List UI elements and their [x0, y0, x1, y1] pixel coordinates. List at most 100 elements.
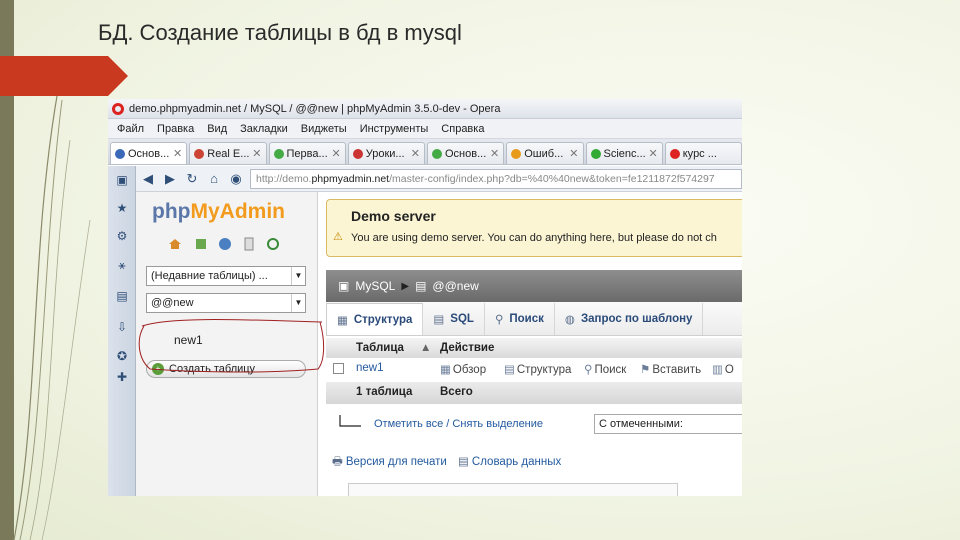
breadcrumb-separator-icon: ▶: [401, 280, 410, 292]
gear-icon[interactable]: ⚙: [116, 230, 128, 242]
action-empty[interactable]: ▥ О: [712, 362, 734, 376]
window-title: demo.phpmyadmin.net / MySQL / @@new | ph…: [129, 102, 501, 115]
close-icon[interactable]: ✕: [490, 147, 499, 160]
footer-count: 1 таблица: [356, 386, 413, 398]
share-icon[interactable]: ⚹: [116, 259, 128, 271]
panel-star-icon[interactable]: ✪: [116, 350, 128, 362]
col-table[interactable]: Таблица: [356, 342, 404, 354]
back-icon[interactable]: ◀: [140, 171, 156, 187]
tab-sql[interactable]: ▤ SQL: [423, 303, 485, 335]
with-selected-select[interactable]: С отмеченными:: [594, 414, 742, 434]
tab-query[interactable]: ◍ Запрос по шаблону: [555, 303, 704, 335]
demo-server-notice: Demo server ⚠ You are using demo server.…: [326, 199, 742, 257]
url-input[interactable]: http://demo.phpmyadmin.net/master-config…: [250, 168, 742, 189]
browser-tab[interactable]: курс ...: [664, 142, 742, 164]
tab-label: Уроки...: [365, 147, 405, 160]
close-icon[interactable]: ✕: [173, 147, 182, 160]
url-prefix: http://demo.: [256, 172, 312, 185]
action-insert[interactable]: ⚑ Вставить: [640, 362, 701, 376]
action-empty-label: О: [724, 364, 734, 376]
yandex-icon: [669, 148, 680, 159]
menu-bookmarks[interactable]: Закладки: [240, 123, 288, 135]
action-browse[interactable]: ▦ Обзор: [440, 362, 486, 376]
site-info-icon[interactable]: ◉: [228, 171, 244, 187]
url-rest: /master-config/index.php?db=%40%40new&to…: [389, 172, 715, 185]
star-icon[interactable]: ★: [116, 202, 128, 214]
browser-tab[interactable]: Уроки... ✕: [347, 142, 425, 164]
forward-icon[interactable]: ▶: [162, 171, 178, 187]
menu-help[interactable]: Справка: [441, 123, 484, 135]
breadcrumb-database[interactable]: @@new: [432, 279, 478, 293]
green-circle-icon: [590, 148, 601, 159]
check-all-link[interactable]: Отметить все / Снять выделение: [374, 418, 543, 430]
close-icon[interactable]: ✕: [252, 147, 261, 160]
menu-tools[interactable]: Инструменты: [360, 123, 429, 135]
recent-tables-select[interactable]: (Недавние таблицы) ... ▼: [146, 266, 306, 286]
browser-tab[interactable]: Перва... ✕: [268, 142, 346, 164]
database-select[interactable]: @@new ▼: [146, 293, 306, 313]
add-panel-icon[interactable]: ✚: [116, 371, 128, 383]
database-select-value: @@new: [151, 297, 194, 309]
browser-screenshot: demo.phpmyadmin.net / MySQL / @@new | ph…: [108, 99, 742, 496]
browser-tab[interactable]: Основ... ✕: [427, 142, 505, 164]
opera-icon: [112, 102, 124, 115]
breadcrumb-server[interactable]: MySQL: [355, 279, 395, 293]
chevron-down-icon: ▼: [291, 294, 305, 312]
home-icon[interactable]: [168, 237, 182, 251]
address-bar: ◀ ▶ ↻ ⌂ ◉ http://demo.phpmyadmin.net/mas…: [136, 166, 742, 192]
browser-tab[interactable]: Основ... ✕: [110, 142, 188, 164]
print-icon: 🖶: [332, 456, 343, 468]
col-action: Действие: [440, 342, 495, 354]
notes-icon[interactable]: ▤: [116, 290, 128, 302]
browser-tab[interactable]: Ошиб... ✕: [506, 142, 584, 164]
logo-php: php: [152, 200, 191, 223]
search-icon: ⚲: [584, 364, 593, 376]
download-icon[interactable]: ⇩: [116, 321, 128, 333]
recent-tables-value: (Недавние таблицы) ...: [151, 270, 268, 282]
phpmyadmin-logo[interactable]: phpMyAdmin: [152, 200, 285, 224]
reload-icon[interactable]: ↻: [184, 171, 200, 187]
chevron-down-icon: ▼: [291, 267, 305, 285]
action-insert-label: Вставить: [652, 364, 702, 376]
close-icon[interactable]: ✕: [649, 147, 658, 160]
create-table-fieldset: [348, 483, 678, 496]
action-search-label: Поиск: [594, 364, 627, 376]
notice-title: Demo server: [351, 208, 436, 224]
warning-icon: ⚠: [333, 231, 343, 243]
help-icon[interactable]: [218, 237, 232, 251]
exit-icon[interactable]: [194, 237, 208, 251]
browser-body: ▣ ★ ⚙ ⚹ ▤ ⇩ ✪ ✚ ◀ ▶ ↻ ⌂ ◉ http://demo.ph…: [108, 166, 742, 496]
close-icon[interactable]: ✕: [569, 147, 578, 160]
arrow-left-icon: [339, 415, 361, 427]
browser-tab[interactable]: Real E... ✕: [189, 142, 267, 164]
print-view-link[interactable]: Версия для печати: [346, 456, 447, 468]
tab-label: Ошиб...: [524, 147, 564, 160]
action-browse-label: Обзор: [452, 364, 487, 376]
empty-icon: ▥: [712, 364, 723, 376]
home-icon[interactable]: ⌂: [206, 171, 222, 186]
table-row: new1 ▦ Обзор ▤ Структура ⚲ Поиск ⚑ Вставить …: [326, 358, 742, 380]
print-links: 🖶 Версия для печати ▤ Словарь данных: [332, 454, 561, 473]
docs-icon[interactable]: [242, 237, 256, 251]
action-structure[interactable]: ▤ Структура: [504, 362, 571, 376]
bookmarks-panel-icon[interactable]: ▣: [116, 174, 128, 186]
cf-icon: [432, 148, 442, 159]
row-table-name[interactable]: new1: [356, 362, 384, 374]
refresh-icon[interactable]: [266, 237, 280, 251]
menu-file[interactable]: Файл: [117, 123, 144, 135]
row-checkbox[interactable]: [333, 363, 344, 374]
hand-icon: [352, 148, 363, 159]
table-footer: 1 таблица Всего: [326, 382, 742, 404]
notice-text: You are using demo server. You can do an…: [351, 232, 717, 244]
data-dictionary-link[interactable]: Словарь данных: [472, 456, 561, 468]
close-icon[interactable]: ✕: [411, 147, 420, 160]
menu-view[interactable]: Вид: [207, 123, 227, 135]
close-icon[interactable]: ✕: [332, 147, 341, 160]
action-search[interactable]: ⚲ Поиск: [584, 362, 626, 376]
globe-icon: [115, 148, 125, 159]
tab-structure[interactable]: ▦ Структура: [326, 303, 424, 335]
browser-tab[interactable]: Scienc... ✕: [585, 142, 663, 164]
tab-search[interactable]: ⚲ Поиск: [485, 303, 555, 335]
menu-edit[interactable]: Правка: [157, 123, 194, 135]
menu-widgets[interactable]: Виджеты: [301, 123, 347, 135]
